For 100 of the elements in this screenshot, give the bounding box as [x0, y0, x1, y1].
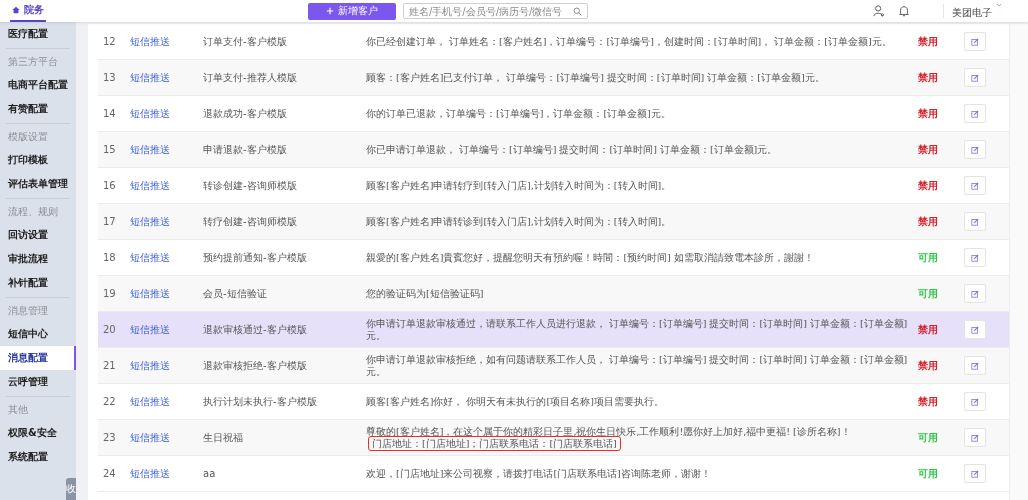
highlight-box: 门店地址：[门店地址]；门店联系电话：[门店联系电话] [368, 435, 621, 451]
sidebar-item[interactable]: 补针配置 [0, 271, 70, 295]
edit-button[interactable] [964, 212, 986, 231]
edit-icon [971, 145, 979, 154]
edit-button[interactable] [964, 356, 986, 375]
edit-button[interactable] [964, 104, 986, 123]
sidebar-item[interactable]: 回访设置 [0, 223, 70, 247]
sidebar-item[interactable]: 医疗配置 [0, 22, 70, 46]
edit-button[interactable] [964, 284, 986, 303]
template-name: 转诊创建-咨询师模版 [203, 178, 298, 193]
bell-icon[interactable] [898, 5, 910, 17]
sidebar-item[interactable]: 系统配置 [0, 445, 70, 469]
type-link[interactable]: 短信推送 [130, 71, 170, 83]
edit-icon [971, 37, 979, 46]
sidebar-item[interactable]: 短信中心 [0, 322, 70, 346]
add-customer-button[interactable]: 新增客户 [308, 2, 396, 20]
sidebar-item[interactable]: 云呼管理 [0, 370, 70, 394]
template-name: aa [203, 468, 217, 479]
template-name: 订单支付-客户模版 [203, 34, 288, 49]
sidebar-item[interactable]: 评估表单管理 [0, 172, 70, 196]
row-number: 18 [103, 252, 117, 263]
row-number: 16 [103, 180, 117, 191]
status-label: 禁用 [918, 323, 938, 335]
sidebar-item[interactable]: 审批流程 [0, 247, 70, 271]
type-link[interactable]: 短信推送 [130, 467, 170, 479]
type-link[interactable]: 短信推送 [130, 359, 170, 371]
sidebar-item[interactable]: 权限&安全 [0, 421, 70, 445]
edit-icon [971, 397, 979, 406]
template-name: 退款审核通过-客户模版 [203, 322, 308, 337]
type-link[interactable]: 短信推送 [130, 323, 170, 335]
sidebar-group-label: 其他 [7, 403, 29, 417]
type-link[interactable]: 短信推送 [130, 107, 170, 119]
row-number: 24 [103, 468, 117, 479]
template-content: 顾客[客户姓名]申请转疗到[转入门店],计划转入时间为：[转入时间]。 [366, 179, 673, 192]
edit-button[interactable] [964, 176, 986, 195]
type-link[interactable]: 短信推送 [130, 395, 170, 407]
sidebar-item[interactable]: 消息配置 [0, 346, 76, 370]
template-content: 你申请订单退款审核通过，请联系工作人员进行退款， 订单编号：[订单编号] 提交时间：[订单时间] 订单金额：[订单金额]元。 [366, 317, 909, 342]
template-content: 顾客[客户姓名]申请转诊到[转入门店],计划转入时间为：[转入时间]。 [366, 215, 673, 228]
template-content: 顾客：[客户姓名]已支付订单， 订单编号：[订单编号] 提交时间：[订单时间] 订单金额：[订单金额]元。 [366, 71, 826, 84]
row-number: 22 [103, 396, 117, 407]
template-content: 你申请订单退款审核拒绝，如有问题请联系工作人员， 订单编号：[订单编号] 提交时间：[订单时间] 订单金额：[订单金额]元。 [366, 353, 909, 378]
type-link[interactable]: 短信推送 [130, 251, 170, 263]
status-label: 禁用 [918, 395, 938, 407]
row-number: 12 [103, 36, 117, 47]
type-link[interactable]: 短信推送 [130, 179, 170, 191]
edit-button[interactable] [964, 392, 986, 411]
sidebar-item[interactable]: 有赞配置 [0, 97, 70, 121]
template-name: 申请退款-客户模版 [203, 142, 288, 157]
edit-button[interactable] [964, 464, 986, 483]
status-label: 禁用 [918, 215, 938, 227]
edit-button[interactable] [964, 140, 986, 159]
edit-button[interactable] [964, 248, 986, 267]
template-content: 你已经创建订单， 订单姓名：[客户姓名]，订单编号：[订单编号]，创建时间：[订单时间]， 订单金额：[订单金额]元。 [366, 35, 893, 48]
status-label: 禁用 [918, 107, 938, 119]
status-label: 可用 [918, 287, 938, 299]
row-number: 20 [103, 324, 117, 335]
template-content: 欢迎，[门店地址]来公司视察，请拨打电话[门店联系电话]咨询陈老师，谢谢！ [366, 467, 712, 480]
status-label: 可用 [918, 431, 938, 443]
search-field[interactable]: 姓名/手机号/会员号/病历号/微信号 [403, 3, 588, 19]
edit-icon [971, 433, 979, 442]
status-label: 禁用 [918, 179, 938, 191]
template-name: 转疗创建-咨询师模版 [203, 214, 298, 229]
sidebar-group-label: 消息管理 [7, 304, 49, 318]
sidebar-item[interactable]: 电商平台配置 [0, 73, 70, 97]
row-number: 14 [103, 108, 117, 119]
edit-button[interactable] [964, 68, 986, 87]
template-content: 尊敬的[客户姓名]，在这个属于你的精彩日子里,祝你生日快乐,工作顺利!愿你好上加好,福中更福! [诊所名称]！ 门店地址：[门店地址]；门店联系电话：[门店联系电话] [366, 425, 852, 450]
template-name: 退款审核拒绝-客户模版 [203, 358, 308, 373]
template-content: 你的订单已退款，订单编号：[订单编号]，订单金额：[订单金额]元。 [366, 107, 672, 120]
edit-icon [971, 109, 979, 118]
type-link[interactable]: 短信推送 [130, 35, 170, 47]
template-name: 生日祝福 [203, 430, 244, 445]
type-link[interactable]: 短信推送 [130, 287, 170, 299]
scrollbar-track[interactable] [1009, 24, 1028, 500]
row-number: 13 [103, 72, 117, 83]
edit-button[interactable] [964, 32, 986, 51]
sidebar-group-label: 第三方平台 [7, 55, 59, 69]
type-link[interactable]: 短信推送 [130, 215, 170, 227]
user-icon[interactable] [873, 5, 885, 17]
row-number: 17 [103, 216, 117, 227]
edit-icon [971, 73, 979, 82]
company-name[interactable]: 美团电子 [952, 6, 992, 22]
edit-icon [971, 181, 979, 190]
chevron-down-icon[interactable] [996, 3, 1002, 7]
row-number: 15 [103, 144, 117, 155]
status-label: 可用 [918, 251, 938, 263]
template-content: 您的验证码为[短信验证码] [366, 287, 485, 300]
template-name: 会员-短信验证 [203, 286, 268, 301]
type-link[interactable]: 短信推送 [130, 143, 170, 155]
edit-button[interactable] [964, 428, 986, 447]
status-label: 禁用 [918, 359, 938, 371]
status-label: 禁用 [918, 35, 938, 47]
edit-button[interactable] [964, 320, 986, 339]
template-name: 执行计划未执行-客户模版 [203, 394, 318, 409]
sidebar-item[interactable]: 打印模板 [0, 148, 70, 172]
status-label: 可用 [918, 467, 938, 479]
type-link[interactable]: 短信推送 [130, 431, 170, 443]
sidebar-group-label: 流程、规则 [7, 205, 59, 219]
edit-icon [971, 469, 979, 478]
